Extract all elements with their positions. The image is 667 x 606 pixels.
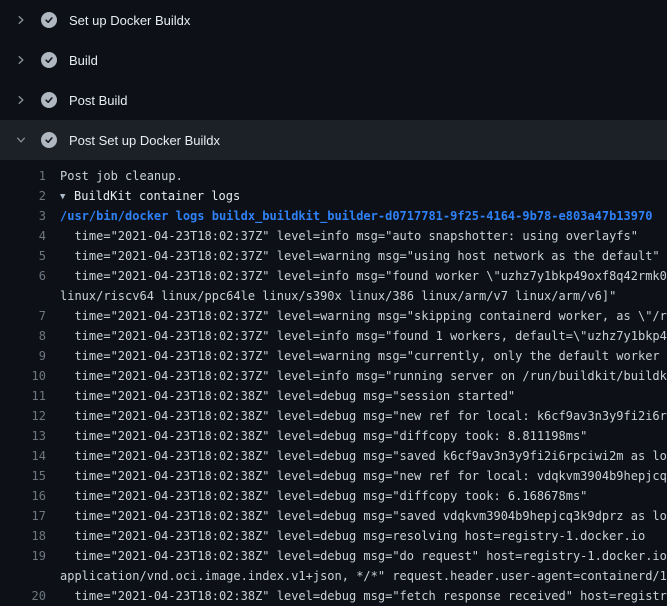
- chevron-right-icon: [14, 53, 28, 67]
- success-check-icon: [41, 52, 57, 68]
- log-line: 17 time="2021-04-23T18:02:38Z" level=deb…: [0, 506, 667, 526]
- log-line: 4 time="2021-04-23T18:02:37Z" level=info…: [0, 226, 667, 246]
- log-line-number[interactable]: 1: [0, 166, 60, 186]
- success-check-icon: [41, 12, 57, 28]
- log-viewer: 1Post job cleanup.2▼BuildKit container l…: [0, 160, 667, 606]
- log-line-text: time="2021-04-23T18:02:38Z" level=debug …: [60, 546, 667, 566]
- chevron-down-icon: [14, 133, 28, 147]
- log-line-text: time="2021-04-23T18:02:38Z" level=debug …: [60, 486, 667, 506]
- log-line-text: time="2021-04-23T18:02:37Z" level=warnin…: [60, 346, 667, 366]
- log-line-text: time="2021-04-23T18:02:37Z" level=info m…: [60, 266, 667, 286]
- log-line-number[interactable]: 16: [0, 486, 60, 506]
- log-line-text: time="2021-04-23T18:02:38Z" level=debug …: [60, 426, 667, 446]
- log-line: 15 time="2021-04-23T18:02:38Z" level=deb…: [0, 466, 667, 486]
- log-line: 18 time="2021-04-23T18:02:38Z" level=deb…: [0, 526, 667, 546]
- log-line-number[interactable]: 15: [0, 466, 60, 486]
- log-line-number[interactable]: 14: [0, 446, 60, 466]
- section-header-build[interactable]: Build: [0, 40, 667, 80]
- section-header-post-build[interactable]: Post Build: [0, 80, 667, 120]
- log-line: linux/riscv64 linux/ppc64le linux/s390x …: [0, 286, 667, 306]
- job-steps-list: Set up Docker Buildx Build Post Build Post …: [0, 0, 667, 160]
- log-line-number[interactable]: 6: [0, 266, 60, 286]
- log-line-number[interactable]: 17: [0, 506, 60, 526]
- log-line-number[interactable]: 10: [0, 366, 60, 386]
- log-line: 14 time="2021-04-23T18:02:38Z" level=deb…: [0, 446, 667, 466]
- log-group-caret-icon[interactable]: ▼: [60, 187, 74, 207]
- log-line-number[interactable]: 11: [0, 386, 60, 406]
- log-line-number[interactable]: 19: [0, 546, 60, 566]
- section-header-set-up-docker-buildx[interactable]: Set up Docker Buildx: [0, 0, 667, 40]
- log-line: 7 time="2021-04-23T18:02:37Z" level=warn…: [0, 306, 667, 326]
- log-line-text: Post job cleanup.: [60, 166, 667, 186]
- log-line-text: time="2021-04-23T18:02:38Z" level=debug …: [60, 466, 667, 486]
- log-line-text: time="2021-04-23T18:02:37Z" level=info m…: [60, 226, 667, 246]
- log-line: 19 time="2021-04-23T18:02:38Z" level=deb…: [0, 546, 667, 566]
- log-line: 1Post job cleanup.: [0, 166, 667, 186]
- log-line: application/vnd.oci.image.index.v1+json,…: [0, 566, 667, 586]
- log-line-text: ▼BuildKit container logs: [60, 186, 667, 206]
- section-title: Post Build: [69, 93, 128, 108]
- chevron-right-icon: [14, 13, 28, 27]
- log-line-text: time="2021-04-23T18:02:37Z" level=warnin…: [60, 306, 667, 326]
- log-line: 3/usr/bin/docker logs buildx_buildkit_bu…: [0, 206, 667, 226]
- section-title: Set up Docker Buildx: [69, 13, 190, 28]
- section-header-post-set-up-docker-buildx[interactable]: Post Set up Docker Buildx: [0, 120, 667, 160]
- log-line-number[interactable]: 5: [0, 246, 60, 266]
- log-line: 11 time="2021-04-23T18:02:38Z" level=deb…: [0, 386, 667, 406]
- log-line-text: time="2021-04-23T18:02:38Z" level=debug …: [60, 446, 667, 466]
- chevron-right-icon: [14, 93, 28, 107]
- log-line-text: time="2021-04-23T18:02:38Z" level=debug …: [60, 386, 667, 406]
- log-line-number[interactable]: 2: [0, 186, 60, 206]
- log-line-text: time="2021-04-23T18:02:38Z" level=debug …: [60, 406, 667, 426]
- log-line-text: application/vnd.oci.image.index.v1+json,…: [60, 566, 667, 586]
- log-line-text: linux/riscv64 linux/ppc64le linux/s390x …: [60, 286, 667, 306]
- log-line-text: time="2021-04-23T18:02:37Z" level=info m…: [60, 366, 667, 386]
- log-line-number[interactable]: 3: [0, 206, 60, 226]
- section-title: Build: [69, 53, 98, 68]
- log-line-number[interactable]: 18: [0, 526, 60, 546]
- success-check-icon: [41, 132, 57, 148]
- log-line: 6 time="2021-04-23T18:02:37Z" level=info…: [0, 266, 667, 286]
- log-line-number[interactable]: 12: [0, 406, 60, 426]
- log-line-text: time="2021-04-23T18:02:37Z" level=info m…: [60, 326, 667, 346]
- success-check-icon: [41, 92, 57, 108]
- log-line-number[interactable]: 4: [0, 226, 60, 246]
- log-line: 13 time="2021-04-23T18:02:38Z" level=deb…: [0, 426, 667, 446]
- log-line-text: time="2021-04-23T18:02:38Z" level=debug …: [60, 506, 667, 526]
- log-line: 10 time="2021-04-23T18:02:37Z" level=inf…: [0, 366, 667, 386]
- log-line-number[interactable]: 8: [0, 326, 60, 346]
- log-line-number: [0, 566, 60, 586]
- log-line-text: time="2021-04-23T18:02:38Z" level=debug …: [60, 586, 667, 606]
- log-group-title: BuildKit container logs: [74, 189, 240, 203]
- log-line: 9 time="2021-04-23T18:02:37Z" level=warn…: [0, 346, 667, 366]
- log-line: 5 time="2021-04-23T18:02:37Z" level=warn…: [0, 246, 667, 266]
- log-command-text: /usr/bin/docker logs buildx_buildkit_bui…: [60, 206, 667, 226]
- log-line: 8 time="2021-04-23T18:02:37Z" level=info…: [0, 326, 667, 346]
- log-line-number[interactable]: 9: [0, 346, 60, 366]
- log-line-text: time="2021-04-23T18:02:37Z" level=warnin…: [60, 246, 667, 266]
- log-line-number[interactable]: 7: [0, 306, 60, 326]
- log-line: 12 time="2021-04-23T18:02:38Z" level=deb…: [0, 406, 667, 426]
- log-line-number[interactable]: 20: [0, 586, 60, 606]
- log-line-number[interactable]: 13: [0, 426, 60, 446]
- log-line: 20 time="2021-04-23T18:02:38Z" level=deb…: [0, 586, 667, 606]
- log-line: 16 time="2021-04-23T18:02:38Z" level=deb…: [0, 486, 667, 506]
- log-line: 2▼BuildKit container logs: [0, 186, 667, 206]
- section-title: Post Set up Docker Buildx: [69, 133, 220, 148]
- log-line-number: [0, 286, 60, 306]
- log-line-text: time="2021-04-23T18:02:38Z" level=debug …: [60, 526, 667, 546]
